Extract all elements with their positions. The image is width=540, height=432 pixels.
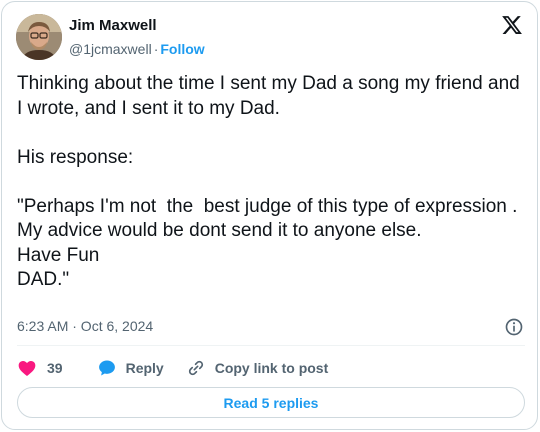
speech-bubble-icon — [98, 360, 115, 376]
tweet-text: Thinking about the time I sent my Dad a … — [17, 73, 520, 290]
like-button[interactable]: 39 — [17, 358, 63, 378]
link-icon — [188, 360, 203, 376]
copy-link-label: Copy link to post — [214, 360, 329, 376]
author-handle[interactable]: @1jcmaxwell — [69, 41, 152, 57]
heart-icon — [18, 361, 36, 376]
x-logo-icon[interactable] — [501, 14, 523, 36]
info-icon[interactable] — [504, 317, 524, 337]
timestamp[interactable]: 6:23 AM · Oct 6, 2024 — [17, 317, 153, 335]
avatar-image — [16, 14, 62, 60]
tweet-card: Jim Maxwell @1jcmaxwell · Follow Thinking … — [1, 1, 538, 430]
avatar[interactable] — [16, 14, 62, 60]
copy-link-button[interactable]: Copy link to post — [186, 358, 329, 378]
follow-button[interactable]: Follow — [160, 41, 204, 57]
divider — [17, 345, 525, 346]
author-meta: @1jcmaxwell · Follow — [69, 39, 205, 59]
reply-label: Reply — [125, 360, 164, 376]
author-block: Jim Maxwell @1jcmaxwell · Follow — [69, 16, 205, 59]
action-bar: 39 Reply Copy link to post — [17, 356, 328, 380]
read-replies-button[interactable]: Read 5 replies — [17, 387, 525, 418]
author-name[interactable]: Jim Maxwell — [69, 16, 205, 36]
reply-button[interactable]: Reply — [97, 358, 164, 378]
like-count: 39 — [47, 360, 63, 376]
separator-dot: · — [153, 41, 159, 57]
